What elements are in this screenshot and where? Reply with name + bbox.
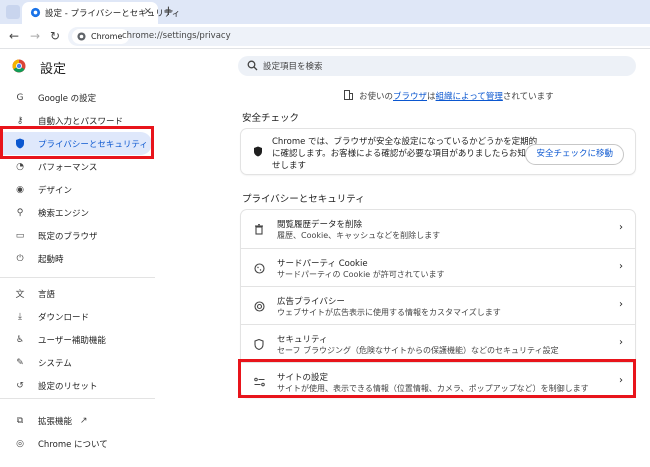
tab-strip: 設定 - プライバシーとセキュリティ × + [0,0,650,24]
annotation-highlight-box [238,359,636,398]
row-title: 閲覧履歴データを削除 [277,220,363,230]
search-placeholder: 設定項目を検索 [263,62,323,72]
sidebar-item-system[interactable]: ✎ システム [0,351,160,374]
managed-suffix: されています [502,92,554,102]
sidebar-item-label: 言語 [38,289,56,300]
external-link-icon: ↗ [80,415,88,426]
browser-window-icon: ▭ [15,230,25,241]
building-icon [344,90,353,100]
tab-settings[interactable]: 設定 - プライバシーとセキュリティ × [22,2,180,24]
reset-icon: ↺ [16,380,24,391]
back-arrow-icon[interactable]: ← [9,29,19,43]
sidebar-item-on-startup[interactable]: ⏻ 起動時 [0,247,160,270]
sidebar-item-label: Google の設定 [38,93,97,104]
page-title: 設定 [40,62,67,77]
sidebar-item-label: Chrome について [38,439,108,450]
new-tab-button[interactable]: + [163,4,174,19]
section-heading-safety-check: 安全チェック [242,113,300,124]
wrench-icon: ✎ [16,357,24,368]
row-title: サードパーティ Cookie [277,259,368,269]
sidebar-item-label: 既定のブラウザ [38,231,98,242]
tab-search-button[interactable] [6,5,20,19]
key-icon: ⚷ [16,115,24,126]
sidebar-item-label: 起動時 [38,254,64,265]
go-to-safety-check-button[interactable]: 安全チェックに移動 [525,144,624,165]
address-bar[interactable]: Chrome chrome://settings/privacy [68,27,650,46]
managed-mid: は [427,92,436,102]
row-ad-privacy[interactable]: 広告プライバシー ウェブサイトが広告表示に使用する情報をカスタマイズします › [241,286,635,324]
row-third-party-cookies[interactable]: サードパーティ Cookie サードパーティの Cookie が許可されています… [241,248,635,286]
row-security[interactable]: セキュリティ セーフ ブラウジング（危険なサイトからの保護機能）などのセキュリテ… [241,324,635,362]
sidebar-item-search-engine[interactable]: ⚲ 検索エンジン [0,201,160,224]
row-subtitle: 履歴、Cookie、キャッシュなどを削除します [277,231,441,240]
sidebar-divider [0,398,155,399]
url-text[interactable]: chrome://settings/privacy [122,31,231,41]
site-info-chip[interactable]: Chrome [72,29,130,44]
row-title: セキュリティ [277,335,328,345]
translate-icon: 文 [15,290,25,300]
sidebar-item-label: 自動入力とパスワード [38,116,124,127]
settings-search-input[interactable]: 設定項目を検索 [238,56,636,76]
sidebar-item-label: 検索エンジン [38,208,90,219]
chevron-right-icon: › [619,261,623,272]
chrome-icon: ◎ [16,438,24,449]
row-subtitle: セーフ ブラウジング（危険なサイトからの保護機能）などのセキュリティ設定 [277,346,559,355]
sidebar-item-label: 設定のリセット [38,381,98,392]
sidebar-item-label: システム [38,358,72,369]
chip-label: Chrome [91,32,123,41]
settings-gear-icon [30,7,41,18]
sidebar-item-languages[interactable]: 文 言語 [0,282,160,305]
chevron-right-icon: › [619,222,623,233]
sidebar-item-about-chrome[interactable]: ◎ Chrome について [0,432,160,455]
speedometer-icon: ◔ [16,161,24,172]
chevron-right-icon: › [619,337,623,348]
tab-title: 設定 - プライバシーとセキュリティ [45,9,181,19]
accessibility-icon: ♿ [15,334,25,345]
sidebar-item-reset[interactable]: ↺ 設定のリセット [0,374,160,397]
sidebar-divider [0,277,155,278]
browser-link[interactable]: ブラウザ [393,92,427,102]
sidebar-item-label: 拡張機能 [38,416,73,427]
chrome-icon [77,32,86,41]
sidebar-item-label: パフォーマンス [38,162,98,173]
sidebar-item-label: ダウンロード [38,312,90,323]
section-heading-privacy: プライバシーとセキュリティ [242,194,365,205]
reload-icon[interactable]: ↻ [50,29,60,43]
annotation-highlight-box [0,126,154,159]
browser-toolbar: ← → ↻ Chrome chrome://settings/privacy [0,24,650,49]
sidebar-item-default-browser[interactable]: ▭ 既定のブラウザ [0,224,160,247]
google-g-icon: G [16,92,24,103]
sidebar-item-extensions[interactable]: ⧉ 拡張機能 ↗ [0,409,160,432]
search-icon [247,60,258,71]
sidebar-item-appearance[interactable]: ◉ デザイン [0,178,160,201]
shield-check-icon [254,146,262,157]
sidebar-item-accessibility[interactable]: ♿ ユーザー補助機能 [0,328,160,351]
sidebar-item-label: デザイン [38,185,73,196]
safety-check-description: Chrome では、ブラウザが安全な設定になっているかどうかを定期的に確認します… [272,137,538,171]
sidebar-item-label: ユーザー補助機能 [38,335,106,346]
sidebar-item-google-settings[interactable]: G Google の設定 [0,86,160,109]
row-subtitle: ウェブサイトが広告表示に使用する情報をカスタマイズします [277,308,501,317]
safety-check-card: Chrome では、ブラウザが安全な設定になっているかどうかを定期的に確認します… [241,129,635,174]
search-icon: ⚲ [16,207,24,218]
palette-icon: ◉ [16,184,24,195]
managed-prefix: お使いの [359,92,394,102]
row-title: 広告プライバシー [277,297,345,307]
sidebar-item-downloads[interactable]: ⤓ ダウンロード [0,305,160,328]
chevron-right-icon: › [619,299,623,310]
managed-notice: お使いのブラウザは組織によって管理されています [344,90,554,102]
power-icon: ⏻ [16,253,24,264]
close-icon[interactable]: × [144,6,152,17]
managed-by-org-link[interactable]: 組織によって管理 [436,92,503,102]
row-clear-browsing-data[interactable]: 閲覧履歴データを削除 履歴、Cookie、キャッシュなどを削除します › [241,210,635,248]
forward-arrow-icon[interactable]: → [30,29,40,43]
puzzle-icon: ⧉ [16,415,24,426]
download-icon: ⤓ [18,311,22,322]
row-subtitle: サードパーティの Cookie が許可されています [277,270,445,279]
chrome-logo-icon [12,59,26,73]
